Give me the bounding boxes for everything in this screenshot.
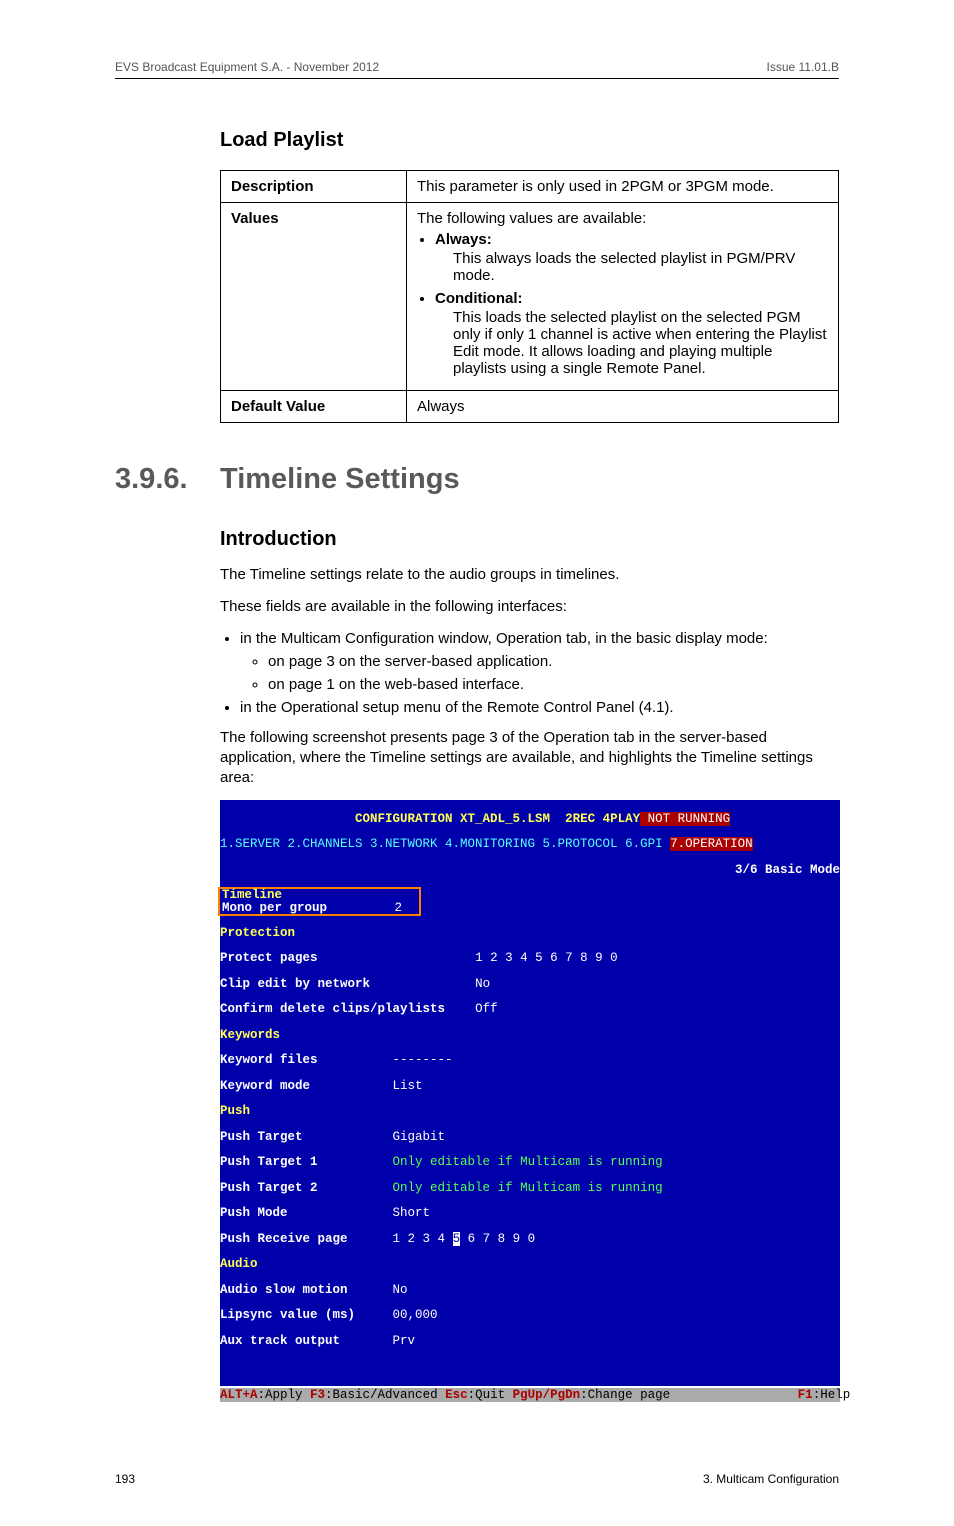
confirm-delete-value: Off bbox=[475, 1002, 498, 1016]
intro-p2: These fields are available in the follow… bbox=[220, 597, 839, 617]
table-row: Description This parameter is only used … bbox=[221, 171, 839, 203]
introduction-heading: Introduction bbox=[220, 528, 839, 551]
push-target2-value: Only editable if Multicam is running bbox=[393, 1181, 663, 1195]
clip-edit-label: Clip edit by network bbox=[220, 977, 370, 991]
push-receive-pre: 1 2 3 4 bbox=[393, 1232, 453, 1246]
timeline-settings-heading: 3.9.6. Timeline Settings bbox=[115, 463, 839, 496]
header-right: Issue 11.01.B bbox=[767, 60, 840, 74]
push-target2-label: Push Target 2 bbox=[220, 1181, 318, 1195]
conditional-desc: This loads the selected playlist on the … bbox=[453, 309, 828, 377]
push-target1-value: Only editable if Multicam is running bbox=[393, 1155, 663, 1169]
push-receive-label: Push Receive page bbox=[220, 1232, 348, 1246]
section-title: Timeline Settings bbox=[220, 463, 460, 496]
terminal-title: CONFIGURATION XT_ADL_5.LSM 2REC 4PLAY bbox=[355, 812, 640, 826]
push-receive-post: 6 7 8 9 0 bbox=[460, 1232, 535, 1246]
load-playlist-title: Load Playlist bbox=[115, 129, 839, 152]
hotkey-esc: Esc bbox=[445, 1388, 468, 1402]
list-item: in the Multicam Configuration window, Op… bbox=[240, 630, 839, 693]
description-label: Description bbox=[221, 171, 407, 203]
mono-per-group-label: Mono per group bbox=[222, 901, 327, 915]
protection-header: Protection bbox=[220, 926, 295, 940]
push-target-label: Push Target bbox=[220, 1130, 303, 1144]
always-label: Always: bbox=[435, 231, 492, 248]
values-label: Values bbox=[221, 203, 407, 391]
list-item: on page 1 on the web-based interface. bbox=[268, 676, 839, 693]
lipsync-value: 00,000 bbox=[393, 1308, 438, 1322]
list-item: in the Operational setup menu of the Rem… bbox=[240, 699, 839, 716]
intro-p1: The Timeline settings relate to the audi… bbox=[220, 565, 839, 585]
load-playlist-table: Description This parameter is only used … bbox=[220, 170, 839, 423]
lipsync-label: Lipsync value (ms) bbox=[220, 1308, 355, 1322]
intro-list: in the Multicam Configuration window, Op… bbox=[220, 630, 839, 716]
footer-help: :Help bbox=[813, 1388, 851, 1402]
default-value: Always bbox=[407, 391, 839, 423]
footer-quit: :Quit bbox=[468, 1388, 513, 1402]
audio-header: Audio bbox=[220, 1257, 258, 1271]
keyword-files-value: -------- bbox=[393, 1053, 453, 1067]
confirm-delete-label: Confirm delete clips/playlists bbox=[220, 1002, 445, 1016]
terminal-footer: ALT+A:Apply F3:Basic/Advanced Esc:Quit P… bbox=[220, 1388, 840, 1402]
keyword-files-label: Keyword files bbox=[220, 1053, 318, 1067]
conditional-label: Conditional: bbox=[435, 290, 522, 307]
keyword-mode-value: List bbox=[393, 1079, 423, 1093]
intro-p3: The following screenshot presents page 3… bbox=[220, 728, 839, 789]
protect-pages-value: 1 2 3 4 5 6 7 8 9 0 bbox=[475, 951, 618, 965]
values-intro: The following values are available: bbox=[417, 210, 646, 227]
hotkey-f1: F1 bbox=[798, 1388, 813, 1402]
header-left: EVS Broadcast Equipment S.A. - November … bbox=[115, 60, 379, 74]
default-label: Default Value bbox=[221, 391, 407, 423]
hotkey-pgupdn: PgUp/PgDn bbox=[513, 1388, 581, 1402]
list-item: on page 3 on the server-based applicatio… bbox=[268, 653, 839, 670]
push-header: Push bbox=[220, 1104, 250, 1118]
aux-value: Prv bbox=[393, 1334, 416, 1348]
audio-slow-value: No bbox=[393, 1283, 408, 1297]
values-cell: The following values are available: Alwa… bbox=[407, 203, 839, 391]
push-mode-value: Short bbox=[393, 1206, 431, 1220]
terminal-mode: 3/6 Basic Mode bbox=[735, 863, 840, 877]
clip-edit-value: No bbox=[475, 977, 490, 991]
page-footer: 193 3. Multicam Configuration bbox=[115, 1472, 839, 1486]
audio-slow-label: Audio slow motion bbox=[220, 1283, 348, 1297]
description-value: This parameter is only used in 2PGM or 3… bbox=[407, 171, 839, 203]
hotkey-f3: F3 bbox=[310, 1388, 325, 1402]
hotkey-alt-a: ALT+A bbox=[220, 1388, 258, 1402]
push-target-value: Gigabit bbox=[393, 1130, 446, 1144]
footer-basic: :Basic/Advanced bbox=[325, 1388, 445, 1402]
table-row: Values The following values are availabl… bbox=[221, 203, 839, 391]
page-number: 193 bbox=[115, 1472, 135, 1486]
mono-per-group-value: 2 bbox=[395, 901, 403, 915]
terminal-screenshot: CONFIGURATION XT_ADL_5.LSM 2REC 4PLAY NO… bbox=[220, 800, 840, 1386]
push-target1-label: Push Target 1 bbox=[220, 1155, 318, 1169]
terminal-tabs: 1.SERVER 2.CHANNELS 3.NETWORK 4.MONITORI… bbox=[220, 837, 670, 851]
keywords-header: Keywords bbox=[220, 1028, 280, 1042]
footer-change: :Change page bbox=[580, 1388, 670, 1402]
always-desc: This always loads the selected playlist … bbox=[453, 250, 828, 284]
footer-apply: :Apply bbox=[258, 1388, 311, 1402]
intro-li1: in the Multicam Configuration window, Op… bbox=[240, 630, 768, 647]
protect-pages-label: Protect pages bbox=[220, 951, 318, 965]
footer-chapter: 3. Multicam Configuration bbox=[703, 1472, 839, 1486]
push-receive-selected: 5 bbox=[453, 1232, 461, 1246]
terminal-tab-active: 7.OPERATION bbox=[670, 837, 753, 851]
keyword-mode-label: Keyword mode bbox=[220, 1079, 310, 1093]
section-number: 3.9.6. bbox=[115, 463, 220, 496]
push-mode-label: Push Mode bbox=[220, 1206, 288, 1220]
terminal-status: NOT RUNNING bbox=[640, 812, 730, 826]
aux-label: Aux track output bbox=[220, 1334, 340, 1348]
page-header: EVS Broadcast Equipment S.A. - November … bbox=[115, 60, 839, 79]
table-row: Default Value Always bbox=[221, 391, 839, 423]
